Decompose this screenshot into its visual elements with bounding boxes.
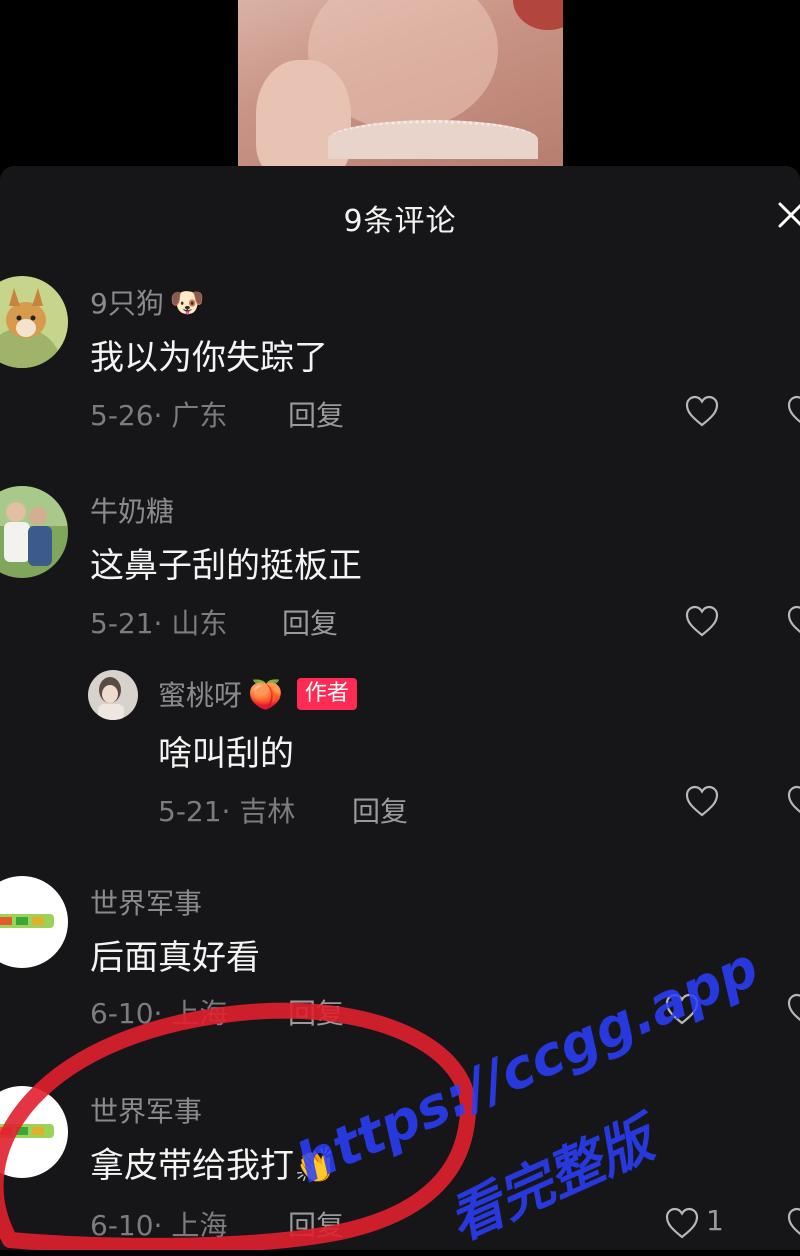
username-text: 蜜桃呀 xyxy=(158,679,243,712)
heart-icon[interactable] xyxy=(664,1206,700,1240)
comment-text: 我以为你失踪了 xyxy=(90,338,328,378)
comment-date-location: 5-26· 广东 xyxy=(90,399,228,432)
dislike-icon[interactable] xyxy=(786,604,800,638)
comment-text: 这鼻子刮的挺板正 xyxy=(90,546,362,586)
comment-username[interactable]: 世界军事 xyxy=(90,1090,202,1130)
comment-text: 后面真好看 xyxy=(90,938,260,978)
author-badge: 作者 xyxy=(296,678,357,710)
comment-date-location: 5-21· 吉林 xyxy=(158,795,296,828)
reply-button[interactable]: 回复 xyxy=(288,1204,344,1244)
heart-icon[interactable] xyxy=(684,394,720,428)
like-count: 1 xyxy=(706,1204,724,1237)
video-content-shape xyxy=(328,120,538,159)
heart-icon[interactable] xyxy=(684,604,720,638)
reply-button[interactable]: 回复 xyxy=(282,602,338,642)
comment-text-body: 拿皮带给我打 xyxy=(90,1146,294,1186)
reply-button[interactable]: 回复 xyxy=(288,992,344,1032)
reply-button[interactable]: 回复 xyxy=(352,790,408,830)
comment-username[interactable]: 蜜桃呀 🍑 作者 xyxy=(158,674,357,714)
avatar[interactable] xyxy=(88,670,138,720)
video-content-shape xyxy=(513,0,563,30)
video-preview[interactable] xyxy=(0,0,800,166)
peach-emoji-icon: 🍑 xyxy=(248,677,283,711)
video-thumbnail[interactable] xyxy=(238,0,563,166)
comment-username[interactable]: 牛奶糖 xyxy=(90,490,174,530)
dislike-icon[interactable] xyxy=(786,1206,800,1240)
dislike-icon[interactable] xyxy=(786,992,800,1026)
username-text: 世界军事 xyxy=(90,1095,203,1128)
comment-username[interactable]: 世界军事 xyxy=(90,882,202,922)
comments-title: 9条评论 xyxy=(343,204,457,239)
username-text: 世界军事 xyxy=(90,887,203,920)
reply-button[interactable]: 回复 xyxy=(288,394,344,434)
comment-username[interactable]: 9只狗 🐶 xyxy=(90,282,205,322)
username-text: 牛奶糖 xyxy=(90,495,175,528)
comment-date-location: 6-10· 上海 xyxy=(90,1209,228,1242)
comment-date-location: 5-21· 山东 xyxy=(90,607,228,640)
dog-emoji-icon: 🐶 xyxy=(169,285,205,319)
heart-icon[interactable] xyxy=(684,784,720,818)
username-text: 9只狗 xyxy=(90,287,164,320)
dislike-icon[interactable] xyxy=(786,784,800,818)
close-icon[interactable] xyxy=(776,200,800,230)
dislike-icon[interactable] xyxy=(786,394,800,428)
comment-text: 啥叫刮的 xyxy=(158,734,294,774)
comment-date-location: 6-10· 上海 xyxy=(90,997,228,1030)
